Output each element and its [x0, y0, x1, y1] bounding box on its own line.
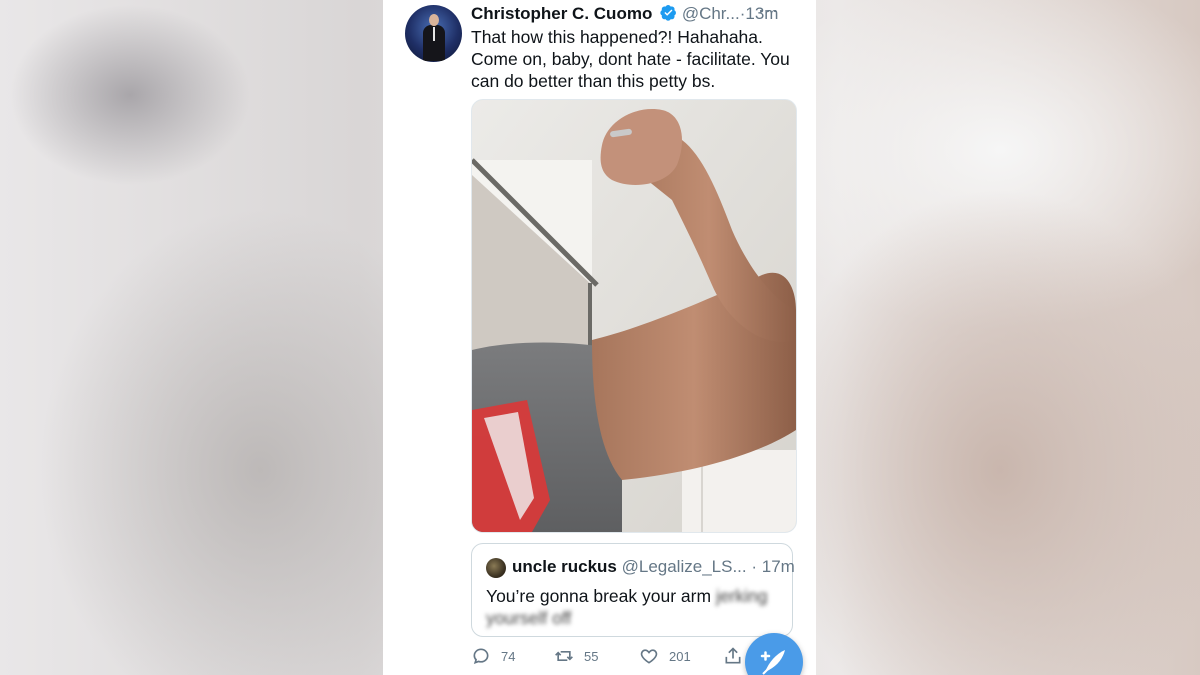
author-name[interactable]: Christopher C. Cuomo — [471, 4, 652, 23]
like-button[interactable]: 201 — [639, 646, 691, 666]
like-icon — [640, 649, 658, 664]
retweet-icon — [555, 651, 573, 661]
author-avatar[interactable] — [405, 5, 462, 62]
share-button[interactable] — [723, 646, 743, 666]
quoted-author-handle[interactable]: @Legalize_LS... — [622, 557, 747, 576]
tweet-panel: Christopher C. Cuomo @Chr...·13m ··· Tha… — [383, 0, 816, 675]
compose-tweet-button[interactable] — [745, 633, 803, 675]
tweet-header: Christopher C. Cuomo @Chr...·13m ··· — [471, 0, 801, 26]
author-handle[interactable]: @Chr... — [682, 4, 740, 23]
compose-tweet-icon — [760, 650, 785, 675]
retweet-count: 55 — [584, 648, 599, 664]
reply-count: 74 — [501, 648, 516, 664]
verified-badge-icon — [660, 4, 677, 26]
tweet-photo[interactable] — [471, 99, 797, 533]
tweet-text: That how this happened?! Hahahaha. Come … — [471, 27, 790, 91]
quoted-text-visible: You’re gonna break your arm — [486, 586, 712, 606]
quoted-tweet-header: uncle ruckus @Legalize_LS... · 17m — [512, 556, 795, 578]
share-icon — [725, 647, 741, 664]
quoted-timestamp[interactable]: 17m — [762, 557, 795, 576]
reply-button[interactable]: 74 — [471, 646, 515, 666]
reply-icon — [473, 648, 489, 665]
quoted-author-name[interactable]: uncle ruckus — [512, 557, 617, 576]
quoted-tweet-text: You’re gonna break your arm jerking your… — [486, 585, 776, 629]
retweet-button[interactable]: 55 — [554, 646, 598, 666]
quoted-author-avatar[interactable] — [486, 558, 506, 578]
quoted-tweet[interactable]: uncle ruckus @Legalize_LS... · 17m You’r… — [471, 543, 795, 637]
more-icon[interactable]: ··· — [758, 0, 779, 20]
quoted-header-separator: · — [751, 557, 758, 576]
like-count: 201 — [669, 648, 691, 664]
